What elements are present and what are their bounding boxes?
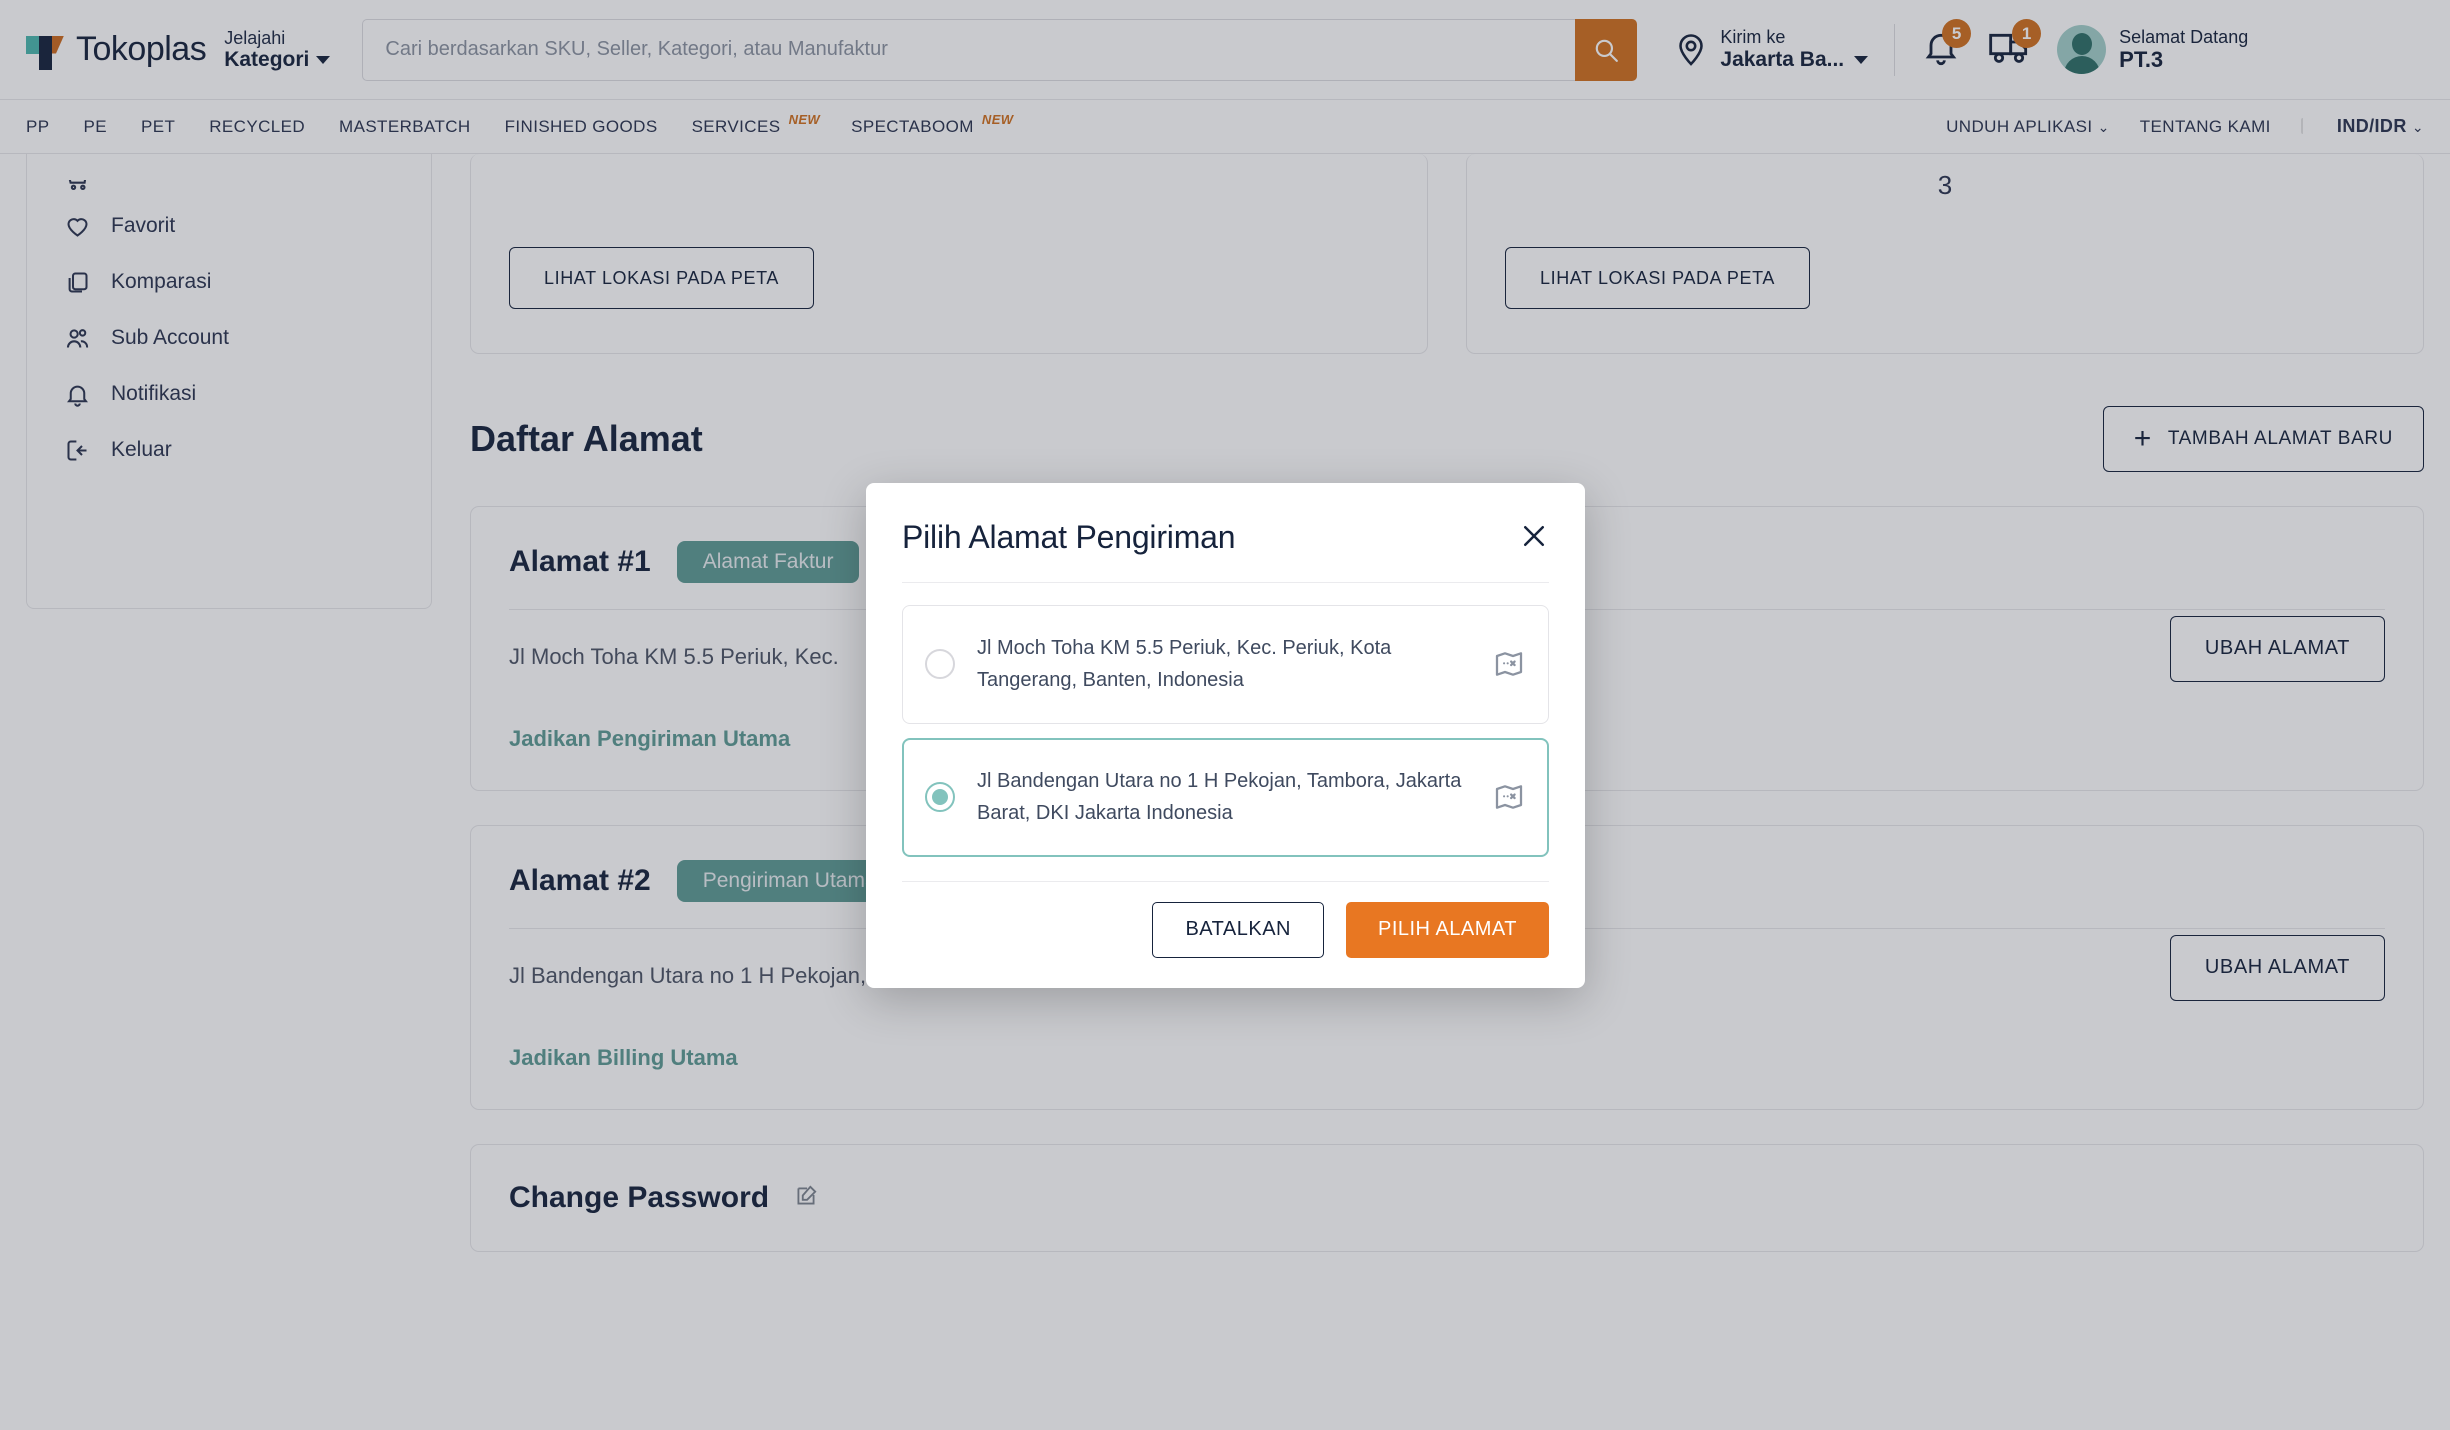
map-icon[interactable] <box>1492 781 1526 813</box>
confirm-select-address-button[interactable]: PILIH ALAMAT <box>1345 901 1549 958</box>
close-icon[interactable] <box>1519 519 1549 556</box>
select-shipping-address-modal: Pilih Alamat Pengiriman Jl Moch Toha KM … <box>866 483 1585 988</box>
address-option-text: Jl Moch Toha KM 5.5 Periuk, Kec. Periuk,… <box>977 637 1392 692</box>
modal-header: Pilih Alamat Pengiriman <box>902 519 1549 556</box>
radio-button[interactable] <box>925 782 955 813</box>
radio-button[interactable] <box>925 649 955 680</box>
address-option-2[interactable]: Jl Bandengan Utara no 1 H Pekojan, Tambo… <box>902 737 1549 857</box>
app-root: Tokoplas Jelajahi Kategori Kirim ke <box>0 0 2450 1430</box>
divider <box>902 880 1549 882</box>
modal-actions: BATALKAN PILIH ALAMAT <box>902 901 1549 958</box>
map-icon[interactable] <box>1492 648 1526 680</box>
modal-title: Pilih Alamat Pengiriman <box>902 519 1236 555</box>
cancel-button[interactable]: BATALKAN <box>1152 901 1324 958</box>
address-option-text: Jl Bandengan Utara no 1 H Pekojan, Tambo… <box>977 769 1462 825</box>
address-option-1[interactable]: Jl Moch Toha KM 5.5 Periuk, Kec. Periuk,… <box>902 605 1549 724</box>
divider <box>902 582 1549 583</box>
